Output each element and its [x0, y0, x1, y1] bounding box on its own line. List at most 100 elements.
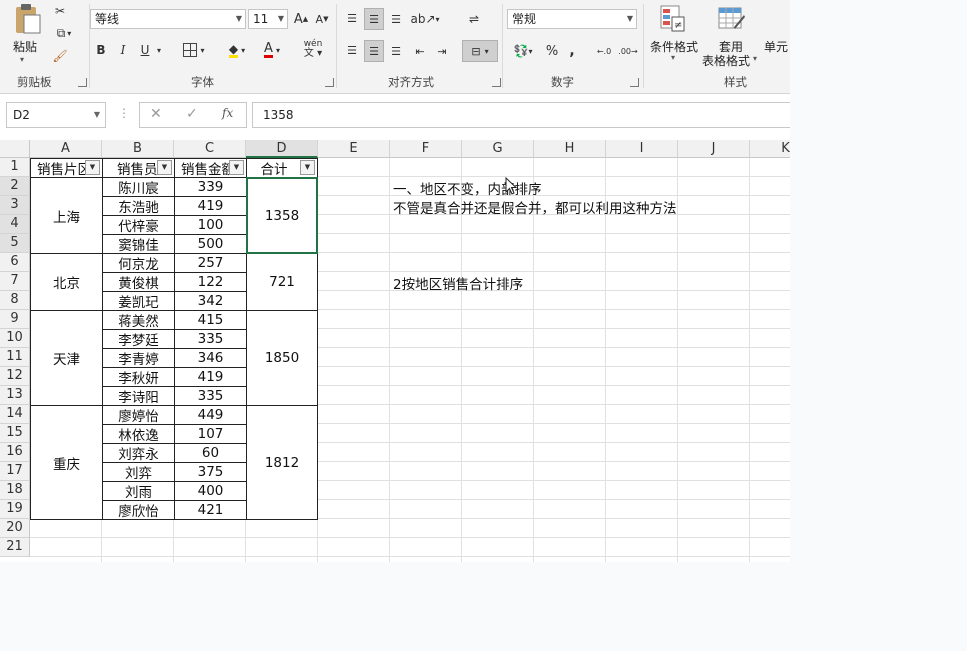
row-header[interactable]: 11: [0, 348, 30, 367]
filter-dropdown-icon[interactable]: ▼: [300, 160, 315, 175]
row-header[interactable]: 21: [0, 538, 30, 557]
clipboard-launcher-icon[interactable]: [78, 78, 87, 87]
seller-cell[interactable]: 何京龙: [102, 253, 175, 273]
amount-cell[interactable]: 419: [174, 367, 247, 387]
amount-cell[interactable]: 339: [174, 177, 247, 197]
row-header[interactable]: 8: [0, 291, 30, 310]
seller-cell[interactable]: 李秋妍: [102, 367, 175, 387]
increase-indent-icon[interactable]: ⇥: [432, 40, 452, 62]
seller-cell[interactable]: 蒋美然: [102, 310, 175, 330]
seller-cell[interactable]: 东浩驰: [102, 196, 175, 216]
percent-button[interactable]: %: [542, 40, 562, 62]
region-cell[interactable]: 上海: [30, 177, 103, 254]
amount-cell[interactable]: 415: [174, 310, 247, 330]
align-middle-icon[interactable]: ☰: [364, 8, 384, 30]
increase-decimal-icon[interactable]: ←.0: [593, 40, 615, 62]
row-header[interactable]: 20: [0, 519, 30, 538]
paste-dropdown-icon[interactable]: ▾: [20, 55, 24, 64]
align-top-icon[interactable]: ☰: [342, 8, 362, 28]
row-header[interactable]: 15: [0, 424, 30, 443]
italic-button[interactable]: I: [114, 40, 132, 60]
column-header-c[interactable]: C: [174, 140, 246, 158]
name-box[interactable]: D2 ▼: [6, 102, 106, 128]
amount-cell[interactable]: 342: [174, 291, 247, 311]
amount-cell[interactable]: 421: [174, 500, 247, 520]
paste-label[interactable]: 粘贴: [13, 38, 37, 55]
worksheet-grid[interactable]: A B C D E F G H I J K 1 2 3 4 5 6 7 8 9 …: [0, 140, 790, 562]
orientation-icon[interactable]: ab↗ ▾: [410, 8, 440, 30]
font-name-combo[interactable]: 等线 ▼: [90, 9, 246, 29]
merge-center-icon[interactable]: ⊟ ▾: [462, 40, 498, 62]
seller-cell[interactable]: 刘雨: [102, 481, 175, 501]
font-color-icon[interactable]: A ▾: [257, 40, 287, 60]
amount-cell[interactable]: 449: [174, 405, 247, 425]
formula-input[interactable]: 1358: [252, 102, 790, 128]
row-header[interactable]: 4: [0, 215, 30, 234]
seller-cell[interactable]: 廖婷怡: [102, 405, 175, 425]
decrease-decimal-icon[interactable]: .00→: [617, 40, 639, 62]
row-header[interactable]: 5: [0, 234, 30, 253]
row-header[interactable]: 7: [0, 272, 30, 291]
row-header[interactable]: 19: [0, 500, 30, 519]
row-header[interactable]: 14: [0, 405, 30, 424]
amount-cell[interactable]: 500: [174, 234, 247, 254]
decrease-indent-icon[interactable]: ⇤: [410, 40, 430, 62]
seller-cell[interactable]: 陈川宸: [102, 177, 175, 197]
note-text[interactable]: 一、地区不变，内部排序: [393, 178, 542, 198]
note-text[interactable]: 不管是真合并还是假合并，都可以利用这种方法: [393, 197, 677, 217]
column-header-j[interactable]: J: [678, 140, 750, 158]
conditional-format-icon[interactable]: ≠: [658, 4, 688, 34]
amount-cell[interactable]: 122: [174, 272, 247, 292]
cut-icon[interactable]: ✂: [50, 2, 70, 20]
total-cell[interactable]: 721: [246, 253, 318, 311]
row-header[interactable]: 3: [0, 196, 30, 215]
align-right-icon[interactable]: ☰: [386, 40, 406, 62]
region-cell[interactable]: 北京: [30, 253, 103, 311]
row-header[interactable]: 13: [0, 386, 30, 405]
seller-cell[interactable]: 窦锦佳: [102, 234, 175, 254]
number-format-combo[interactable]: 常规 ▼: [507, 9, 637, 29]
column-header-d[interactable]: D: [246, 140, 318, 158]
alignment-launcher-icon[interactable]: [492, 78, 501, 87]
number-launcher-icon[interactable]: [630, 78, 639, 87]
amount-cell[interactable]: 100: [174, 215, 247, 235]
currency-icon[interactable]: 💱 ▾: [508, 40, 538, 62]
font-launcher-icon[interactable]: [325, 78, 334, 87]
column-header-f[interactable]: F: [390, 140, 462, 158]
chevron-down-icon[interactable]: ▾: [753, 54, 757, 63]
seller-cell[interactable]: 刘弈: [102, 462, 175, 482]
align-bottom-icon[interactable]: ☰: [386, 8, 406, 30]
cancel-icon[interactable]: ✕: [150, 106, 162, 122]
seller-cell[interactable]: 黄俊棋: [102, 272, 175, 292]
amount-cell[interactable]: 375: [174, 462, 247, 482]
amount-cell[interactable]: 60: [174, 443, 247, 463]
fill-color-icon[interactable]: ◆ ▾: [222, 40, 252, 60]
region-cell[interactable]: 天津: [30, 310, 103, 406]
select-all-corner[interactable]: [0, 140, 30, 158]
seller-cell[interactable]: 李青婷: [102, 348, 175, 368]
align-center-icon[interactable]: ☰: [364, 40, 384, 62]
column-header-b[interactable]: B: [102, 140, 174, 158]
amount-cell[interactable]: 257: [174, 253, 247, 273]
seller-cell[interactable]: 姜凯玘: [102, 291, 175, 311]
align-left-icon[interactable]: ☰: [342, 40, 362, 60]
wrap-text-icon[interactable]: ⇌: [463, 8, 485, 30]
bold-button[interactable]: B: [92, 40, 110, 60]
row-header[interactable]: 18: [0, 481, 30, 500]
column-header-i[interactable]: I: [606, 140, 678, 158]
comma-button[interactable]: ,: [564, 40, 580, 62]
column-header-k[interactable]: K: [750, 140, 790, 158]
amount-cell[interactable]: 335: [174, 386, 247, 406]
amount-cell[interactable]: 107: [174, 424, 247, 444]
filter-dropdown-icon[interactable]: ▼: [157, 160, 172, 175]
chevron-down-icon[interactable]: ▾: [154, 40, 164, 60]
column-header-a[interactable]: A: [30, 140, 102, 158]
filter-dropdown-icon[interactable]: ▼: [85, 160, 100, 175]
borders-icon[interactable]: ▾: [178, 40, 210, 60]
chevron-down-icon[interactable]: ▾: [671, 53, 675, 62]
row-header[interactable]: 12: [0, 367, 30, 386]
seller-cell[interactable]: 李梦廷: [102, 329, 175, 349]
note-text[interactable]: 2按地区销售合计排序: [393, 273, 523, 293]
seller-cell[interactable]: 李诗阳: [102, 386, 175, 406]
row-header[interactable]: 6: [0, 253, 30, 272]
